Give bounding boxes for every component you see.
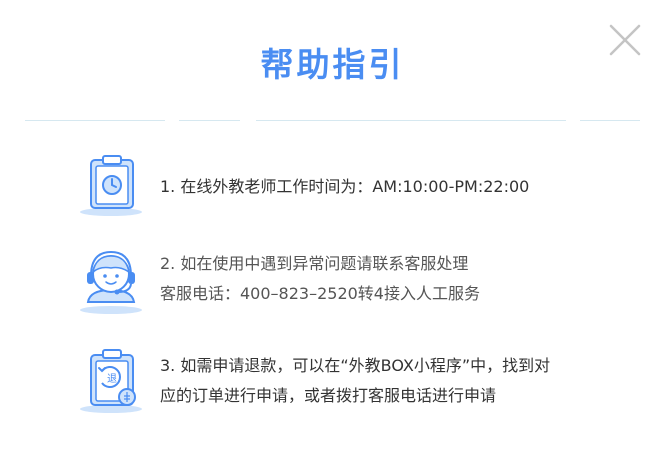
- help-item-3-line-2: 应的订单进行申请，或者拨打客服电话进行申请: [160, 386, 497, 405]
- clipboard-refund-icon: 退: [76, 347, 146, 419]
- help-guide-dialog: 帮助指引 1. 在线外教老师工作时间为：AM:10:00-PM:22:00 2.…: [0, 0, 665, 453]
- help-item-3-line-1: 3. 如需申请退款，可以在“外教BOX小程序”中，找到对: [160, 356, 551, 375]
- divider-segment: [256, 120, 566, 121]
- help-item-2-line-1: 2. 如在使用中遇到异常问题请联系客服处理: [160, 254, 469, 273]
- customer-service-headset-icon: [76, 244, 146, 320]
- divider-segment: [25, 120, 165, 121]
- clipboard-clock-icon: [76, 154, 146, 222]
- svg-text:退: 退: [107, 373, 117, 385]
- close-icon[interactable]: [607, 22, 643, 58]
- help-item-working-hours: 1. 在线外教老师工作时间为：AM:10:00-PM:22:00: [0, 150, 665, 220]
- help-item-contact-service: 2. 如在使用中遇到异常问题请联系客服处理 客服电话：400–823–2520转…: [0, 242, 665, 322]
- help-item-refund: 退 3. 如需申请退款，可以在“外教BOX小程序”中，找到对 应的订单进行申请，…: [0, 343, 665, 423]
- dialog-title: 帮助指引: [260, 45, 405, 84]
- divider-segment: [179, 120, 240, 121]
- help-item-2-line-2: 客服电话：400–823–2520转4接入人工服务: [160, 284, 480, 303]
- divider-segment: [580, 120, 640, 121]
- help-item-1-line-1: 1. 在线外教老师工作时间为：AM:10:00-PM:22:00: [160, 177, 530, 196]
